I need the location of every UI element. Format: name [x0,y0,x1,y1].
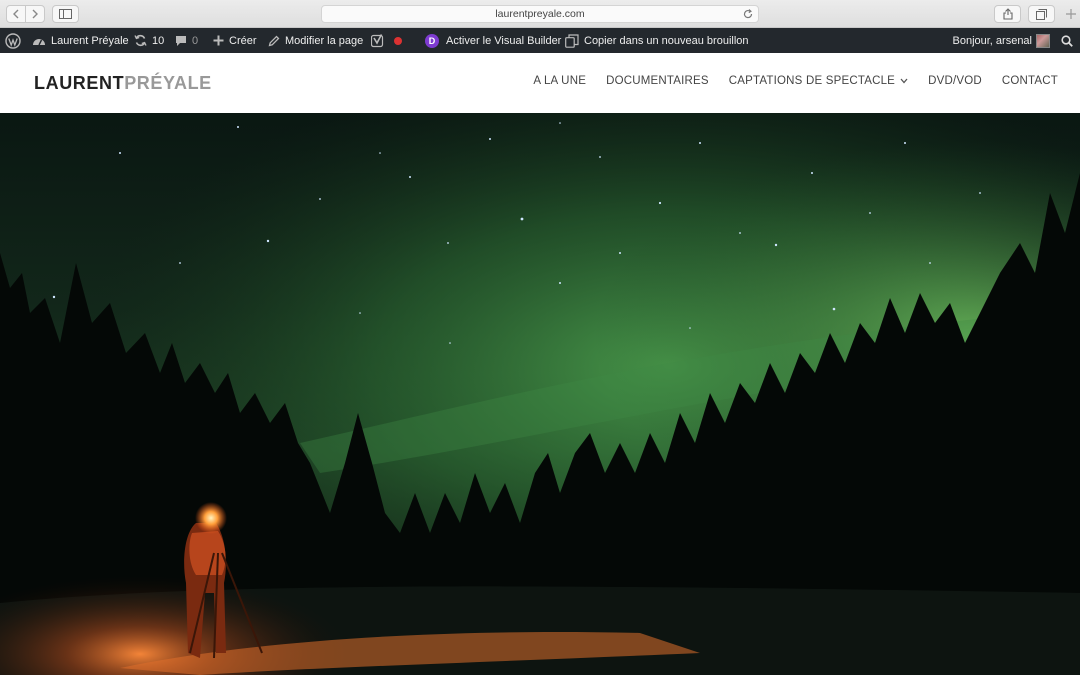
site-name-link[interactable]: Laurent Préyale [32,28,129,53]
hero-image [0,113,1080,675]
address-bar[interactable]: laurentpreyale.com [321,5,759,23]
wordpress-icon [5,32,21,49]
yoast-icon [371,33,384,47]
browser-toolbar: laurentpreyale.com [0,0,1080,28]
comments-count: 0 [192,34,199,47]
logo-last-name: PRÉYALE [124,73,212,93]
chevron-down-icon [900,78,908,84]
site-name: Laurent Préyale [51,34,129,47]
nav-item-a-la-une[interactable]: A LA UNE [533,75,586,87]
tabs-icon [1036,8,1047,20]
wp-admin-bar: Laurent Préyale 10 0 Créer Modifier la p… [0,28,1080,53]
nav-item-captations-label: CAPTATIONS DE SPECTACLE [728,75,896,87]
divi-icon: D [425,33,439,48]
updates-count: 10 [152,34,165,47]
visual-builder-label: Activer le Visual Builder [446,34,562,47]
chevron-left-icon [13,9,19,19]
show-tabs-button[interactable] [1028,5,1055,23]
new-tab-button[interactable] [1062,0,1080,28]
search-icon [1061,34,1073,47]
nav-item-dvd-vod[interactable]: DVD/VOD [928,75,982,87]
seo-status-dot [394,36,402,45]
plus-icon [1066,9,1076,19]
comments-link[interactable]: 0 [175,28,198,53]
my-account-link[interactable]: Bonjour, arsenal [952,28,1050,53]
main-navigation: A LA UNE DOCUMENTAIRES CAPTATIONS DE SPE… [513,75,1058,87]
copy-draft-link[interactable]: Copier dans un nouveau brouillon [565,28,749,53]
chevron-right-icon [32,9,38,19]
updates-link[interactable]: 10 [134,28,164,53]
forward-button[interactable] [25,5,45,23]
avatar [1036,33,1050,48]
edit-page-label: Modifier la page [285,34,364,47]
back-button[interactable] [6,5,26,23]
plus-icon [213,35,224,46]
wordpress-logo-button[interactable] [5,28,21,53]
url-text: laurentpreyale.com [495,8,585,20]
create-label: Créer [229,34,257,47]
site-header: LAURENTPRÉYALE A LA UNE DOCUMENTAIRES CA… [0,53,1080,113]
share-icon [1002,8,1013,20]
visual-builder-link[interactable]: D Activer le Visual Builder [425,28,561,53]
sidebar-toggle-button[interactable] [52,5,79,23]
updates-icon [134,34,147,47]
share-button[interactable] [994,5,1021,23]
seo-menu[interactable] [371,28,402,53]
pencil-icon [268,35,280,46]
edit-page-link[interactable]: Modifier la page [268,28,363,53]
greeting-text: Bonjour, arsenal [952,34,1033,47]
admin-search-button[interactable] [1061,28,1073,53]
nav-item-documentaires[interactable]: DOCUMENTAIRES [606,75,709,87]
site-logo[interactable]: LAURENTPRÉYALE [34,73,212,94]
nav-item-contact[interactable]: CONTACT [1002,75,1058,87]
logo-first-name: LAURENT [34,73,125,93]
create-new-link[interactable]: Créer [213,28,257,53]
comment-icon [176,35,186,46]
reload-icon[interactable] [742,8,754,20]
sidebar-icon [59,9,72,19]
copy-draft-label: Copier dans un nouveau brouillon [584,34,749,47]
copy-icon [565,33,579,48]
dashboard-icon [33,38,45,45]
nav-item-captations[interactable]: CAPTATIONS DE SPECTACLE [729,75,908,87]
